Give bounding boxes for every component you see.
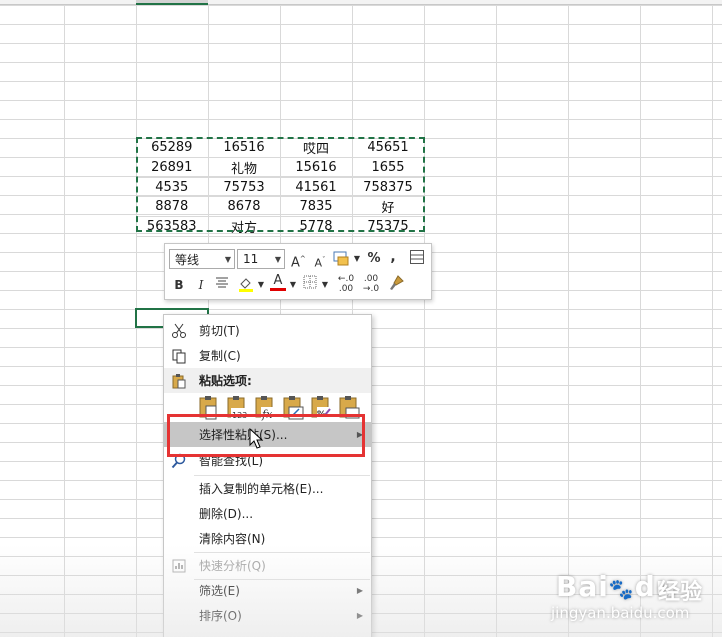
- menu-item-cut[interactable]: 剪切(T): [164, 318, 371, 343]
- fill-color-icon[interactable]: [237, 275, 255, 295]
- menu-item-copy[interactable]: 复制(C): [164, 343, 371, 368]
- table-cell[interactable]: 对方: [208, 216, 281, 237]
- table-row: 8878 8678 7835 好: [136, 196, 425, 217]
- mini-toolbar: 等线 ▼ 11 ▼ A^ Aˇ ▼ % , B I ▼ A ▼ ▼ ←.0.00…: [164, 243, 432, 300]
- menu-item-clear-contents[interactable]: 清除内容(N): [164, 526, 371, 551]
- menu-item-delete[interactable]: 删除(D)...: [164, 501, 371, 526]
- format-painter-icon[interactable]: [387, 274, 407, 294]
- menu-item-label: 清除内容(N): [199, 532, 266, 546]
- column-header[interactable]: [0, 0, 722, 5]
- table-cell[interactable]: 75753: [208, 177, 281, 197]
- table-cell[interactable]: 好: [352, 196, 425, 217]
- table-row: 563583 对方 5778 75375: [136, 216, 425, 237]
- menu-item-label: 筛选(E): [199, 584, 240, 598]
- format-painter-table-icon[interactable]: [409, 249, 427, 269]
- table-cell[interactable]: 563583: [136, 216, 209, 237]
- font-color-swatch: [270, 288, 286, 291]
- font-color-letter: A: [273, 273, 283, 288]
- chevron-right-icon: ▶: [356, 586, 363, 595]
- table-cell[interactable]: 758375: [352, 177, 425, 197]
- table-cell[interactable]: 75375: [352, 216, 425, 237]
- increase-font-size-icon[interactable]: A^: [291, 249, 306, 270]
- highlight-annotation-box: [167, 414, 365, 457]
- bold-button[interactable]: B: [173, 275, 185, 295]
- menu-item-label: 插入复制的单元格(E)...: [199, 482, 324, 496]
- menu-item-sort[interactable]: 排序(O) ▶: [164, 603, 371, 628]
- italic-button[interactable]: I: [195, 275, 207, 295]
- table-cell[interactable]: 礼物: [208, 157, 281, 178]
- borders-icon[interactable]: [303, 275, 319, 295]
- table-cell[interactable]: 8878: [136, 196, 209, 217]
- selected-column-header[interactable]: [136, 0, 208, 5]
- table-cell[interactable]: 16516: [208, 138, 281, 158]
- menu-item-filter[interactable]: 筛选(E) ▶: [164, 578, 371, 603]
- table-cell[interactable]: 15616: [280, 157, 353, 178]
- table-cell[interactable]: 7835: [280, 196, 353, 217]
- table-row: 26891 礼物 15616 1655: [136, 157, 425, 178]
- table-row: 65289 16516 哎四 45651: [136, 138, 425, 158]
- paste-options-header: 粘贴选项:: [164, 368, 371, 393]
- table-cell[interactable]: 1655: [352, 157, 425, 178]
- font-size-value: 11: [243, 252, 259, 266]
- table-cell[interactable]: 65289: [136, 138, 209, 158]
- menu-item-insert-copied-cells[interactable]: 插入复制的单元格(E)...: [164, 476, 371, 501]
- chevron-down-icon[interactable]: ▼: [225, 255, 231, 264]
- increase-decimal-icon[interactable]: ←.0.00: [335, 274, 357, 294]
- quick-analysis-icon: [170, 557, 188, 575]
- clipboard-icon: [170, 372, 188, 390]
- number-format-icon[interactable]: [332, 249, 352, 269]
- table-cell[interactable]: 45651: [352, 138, 425, 158]
- mouse-pointer-icon: [249, 427, 265, 450]
- menu-item-label: 剪切(T): [199, 324, 240, 338]
- font-color-icon[interactable]: A: [269, 273, 287, 293]
- table-cell[interactable]: 5778: [280, 216, 353, 237]
- copy-icon: [170, 347, 188, 365]
- table-cell[interactable]: 4535: [136, 177, 209, 197]
- menu-item-label: 排序(O): [199, 609, 242, 623]
- table-cell[interactable]: 哎四: [280, 138, 353, 158]
- chevron-down-icon[interactable]: ▼: [275, 255, 281, 264]
- decrease-font-size-icon[interactable]: Aˇ: [313, 250, 327, 270]
- menu-item-label: 快速分析(Q): [199, 559, 266, 573]
- percent-style-button[interactable]: %: [366, 249, 382, 269]
- context-menu: 剪切(T) 复制(C) 粘贴选项: 123 fx % 选择性粘贴(S)... ▶…: [163, 314, 372, 637]
- menu-item-label: 粘贴选项:: [199, 374, 252, 388]
- comma-style-button[interactable]: ,: [387, 247, 399, 267]
- chevron-down-icon[interactable]: ▼: [257, 275, 265, 295]
- chevron-down-icon[interactable]: ▼: [353, 249, 361, 269]
- menu-item-label: 删除(D)...: [199, 507, 254, 521]
- chevron-down-icon[interactable]: ▼: [289, 275, 297, 295]
- table-cell[interactable]: 26891: [136, 157, 209, 178]
- chevron-down-icon[interactable]: ▼: [321, 275, 329, 295]
- font-name-combo[interactable]: 等线 ▼: [169, 249, 235, 269]
- chevron-right-icon: ▶: [356, 611, 363, 620]
- table-cell[interactable]: 41561: [280, 177, 353, 197]
- menu-item-label: 复制(C): [199, 349, 241, 363]
- table-cell[interactable]: 8678: [208, 196, 281, 217]
- font-name-value: 等线: [175, 252, 200, 267]
- scissors-icon: [170, 322, 188, 340]
- table-row: 4535 75753 41561 758375: [136, 177, 425, 197]
- decrease-decimal-icon[interactable]: .00 →.0: [360, 274, 382, 294]
- menu-item-quick-analysis: 快速分析(Q): [164, 553, 371, 578]
- font-size-combo[interactable]: 11 ▼: [237, 249, 285, 269]
- data-table: 65289 16516 哎四 45651 26891 礼物 15616 1655 4535 757…: [136, 138, 425, 237]
- align-center-icon[interactable]: [215, 275, 231, 295]
